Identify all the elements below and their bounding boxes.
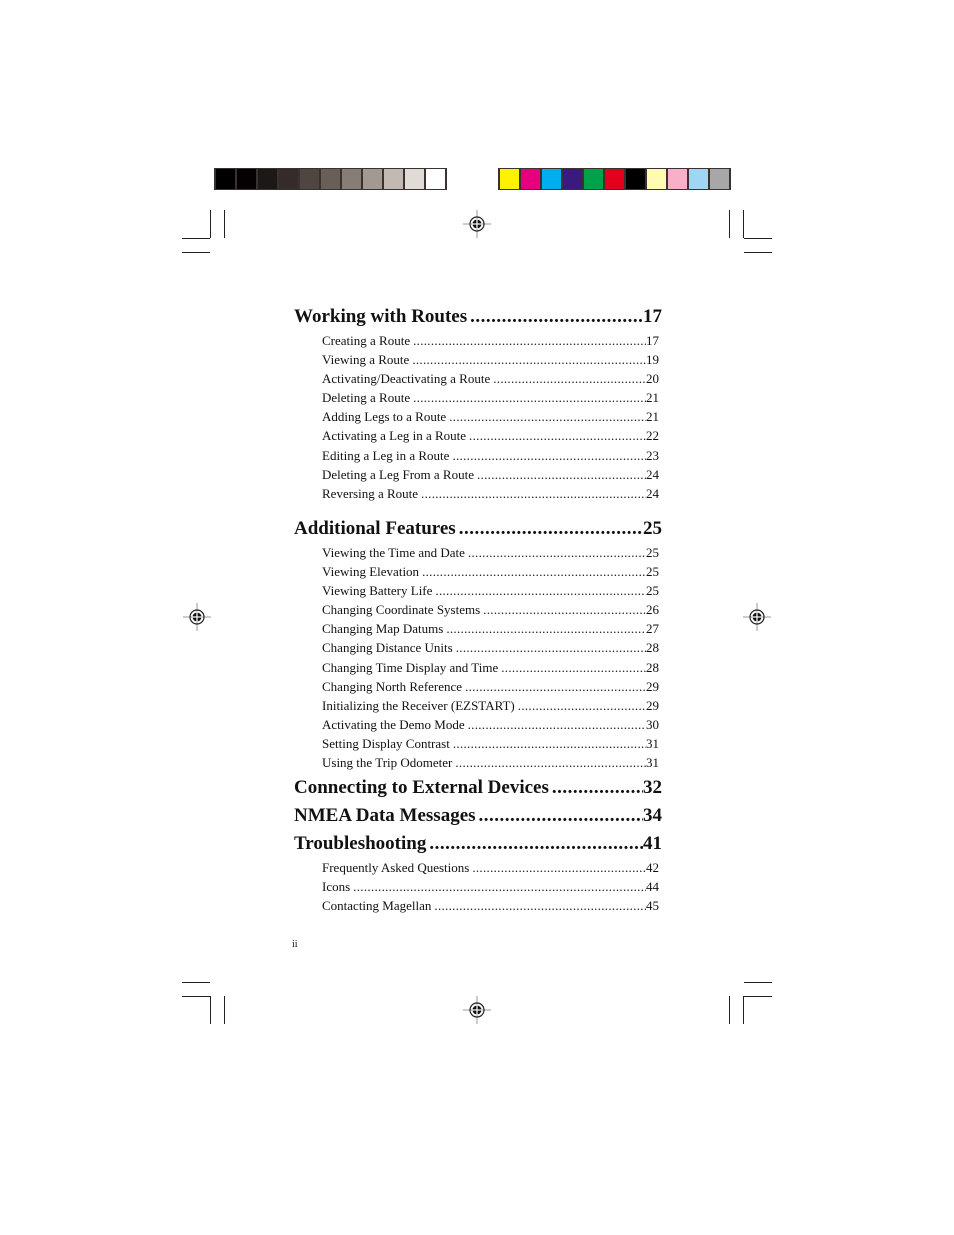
- toc-entry[interactable]: Deleting a Leg From a Route24: [322, 465, 659, 484]
- toc-section: Connecting to External Devices32: [294, 774, 662, 802]
- dot-leader: [446, 407, 646, 426]
- toc-entry[interactable]: Activating a Leg in a Route22: [322, 426, 659, 445]
- toc-entry[interactable]: Viewing the Time and Date25: [322, 543, 659, 562]
- toc-entry[interactable]: Changing Coordinate Systems26: [322, 600, 659, 619]
- dot-leader: [450, 734, 646, 753]
- registration-mark-icon: [743, 603, 771, 631]
- toc-entry[interactable]: Viewing a Route19: [322, 350, 659, 369]
- toc-section: Troubleshooting41Frequently Asked Questi…: [294, 830, 662, 915]
- toc-heading[interactable]: Additional Features25: [294, 515, 662, 543]
- toc-heading[interactable]: Troubleshooting41: [294, 830, 662, 858]
- toc-heading[interactable]: Connecting to External Devices32: [294, 774, 662, 802]
- dot-leader: [449, 446, 646, 465]
- page-number: ii: [292, 939, 298, 950]
- dot-leader: [426, 830, 643, 858]
- dot-leader: [480, 600, 646, 619]
- dot-leader: [453, 638, 646, 657]
- dot-leader: [498, 658, 646, 677]
- dot-leader: [469, 858, 646, 877]
- dot-leader: [350, 877, 646, 896]
- dot-leader: [418, 484, 646, 503]
- dot-leader: [462, 677, 646, 696]
- toc-entry[interactable]: Activating/Deactivating a Route20: [322, 369, 659, 388]
- dot-leader: [443, 619, 646, 638]
- dot-leader: [465, 715, 646, 734]
- toc-entry[interactable]: Creating a Route17: [322, 331, 659, 350]
- toc-entry[interactable]: Changing North Reference29: [322, 677, 659, 696]
- dot-leader: [515, 696, 646, 715]
- dot-leader: [452, 753, 646, 772]
- dot-leader: [410, 331, 646, 350]
- dot-leader: [431, 896, 646, 915]
- toc-entry[interactable]: Frequently Asked Questions42: [322, 858, 659, 877]
- toc-entry[interactable]: Deleting a Route21: [322, 388, 659, 407]
- dot-leader: [419, 562, 646, 581]
- toc-entry[interactable]: Activating the Demo Mode30: [322, 715, 659, 734]
- toc-entry[interactable]: Changing Distance Units28: [322, 638, 659, 657]
- toc-heading[interactable]: NMEA Data Messages34: [294, 802, 662, 830]
- toc-section: Working with Routes17Creating a Route17V…: [294, 303, 662, 503]
- dot-leader: [410, 388, 646, 407]
- dot-leader: [432, 581, 646, 600]
- dot-leader: [466, 426, 646, 445]
- toc-entry[interactable]: Initializing the Receiver (EZSTART)29: [322, 696, 659, 715]
- toc-entry[interactable]: Viewing Elevation25: [322, 562, 659, 581]
- toc-entry[interactable]: Using the Trip Odometer31: [322, 753, 659, 772]
- toc-section: Additional Features25Viewing the Time an…: [294, 515, 662, 772]
- registration-mark-icon: [463, 210, 491, 238]
- toc-entry[interactable]: Viewing Battery Life25: [322, 581, 659, 600]
- dot-leader: [476, 802, 643, 830]
- dot-leader: [549, 774, 643, 802]
- dot-leader: [465, 543, 646, 562]
- registration-mark-icon: [463, 996, 491, 1024]
- toc-entry[interactable]: Icons44: [322, 877, 659, 896]
- dot-leader: [456, 515, 643, 543]
- dot-leader: [467, 303, 643, 331]
- toc-entry[interactable]: Setting Display Contrast31: [322, 734, 659, 753]
- dot-leader: [490, 369, 646, 388]
- toc-entry[interactable]: Adding Legs to a Route21: [322, 407, 659, 426]
- toc-entry[interactable]: Reversing a Route24: [322, 484, 659, 503]
- registration-mark-icon: [183, 603, 211, 631]
- toc-heading[interactable]: Working with Routes17: [294, 303, 662, 331]
- toc-section: NMEA Data Messages34: [294, 802, 662, 830]
- toc-entry[interactable]: Changing Time Display and Time28: [322, 658, 659, 677]
- toc-entry[interactable]: Changing Map Datums27: [322, 619, 659, 638]
- toc-entry[interactable]: Contacting Magellan45: [322, 896, 659, 915]
- dot-leader: [409, 350, 646, 369]
- dot-leader: [474, 465, 646, 484]
- toc-entry[interactable]: Editing a Leg in a Route23: [322, 446, 659, 465]
